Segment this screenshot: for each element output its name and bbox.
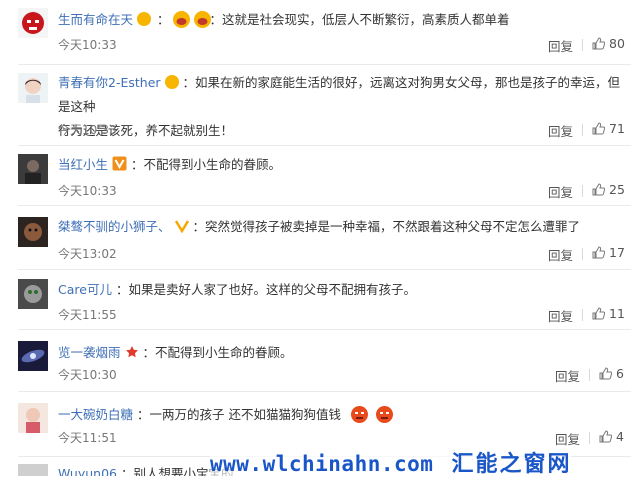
like-count: 71 [609, 121, 625, 136]
thumbs-up-icon [599, 367, 612, 380]
comment-line: 生而有命在天 ： ：这就是社会现实，低层人不断繁衍，高素质人都单着 [58, 11, 510, 28]
comment-line: 青春有你2-Esther ：如果在新的家庭能生活的很好，远离这对狗男女父母，那也… [58, 71, 621, 143]
comment-item: Care可儿 ：如果是卖好人家了也好。这样的父母不配拥有孩子。 今天11:55 … [0, 269, 631, 329]
comment-text: ：如果是卖好人家了也好。这样的父母不配拥有孩子。 [115, 282, 416, 297]
comment-item: 青春有你2-Esther ：如果在新的家庭能生活的很好，远离这对狗男女父母，那也… [0, 64, 631, 148]
comment-text: ：一两万的孩子 还不如猫猫狗狗值钱 [137, 407, 341, 422]
comment-time: 今天13:02 [58, 247, 117, 261]
site-watermark: www.wlchinahn.com 汇能之窗网 [210, 452, 572, 477]
reply-button[interactable]: 回复 [548, 121, 573, 140]
comment-username[interactable]: 一大碗奶白糖 [58, 407, 133, 422]
laughing-emoji-icon [194, 11, 212, 28]
comment-username[interactable]: 生而有命在天 [58, 12, 133, 27]
star-badge-icon [125, 346, 138, 358]
comment-time: 今天10:33 [58, 123, 117, 137]
divider-line [589, 369, 590, 381]
thumbs-up-icon [592, 122, 605, 135]
like-button[interactable]: 4 [599, 429, 624, 444]
avatar[interactable] [18, 341, 48, 371]
thumbs-up-icon [592, 307, 605, 320]
comment-line: 桀骜不驯的小狮子、 ：突然觉得孩子被卖掉是一种幸福，不然跟着这种父母不定怎么遭罪… [58, 215, 621, 238]
divider-line [582, 39, 583, 51]
angry-emoji-icon [350, 406, 368, 423]
thumbs-up-icon [592, 37, 605, 50]
thumbs-up-icon [599, 430, 612, 443]
reply-button[interactable]: 回复 [555, 429, 580, 448]
comment-username[interactable]: Wuyun06 [58, 466, 117, 476]
like-count: 25 [609, 182, 625, 197]
like-button[interactable]: 71 [592, 121, 625, 136]
like-button[interactable]: 80 [592, 36, 625, 51]
comment-time: 今天10:33 [58, 38, 117, 52]
comment-item: 生而有命在天 ： ：这就是社会现实，低层人不断繁衍，高素质人都单着 今天10:3… [0, 0, 631, 66]
reply-button[interactable]: 回复 [548, 306, 573, 325]
laughing-emoji-icon [173, 11, 191, 28]
like-count: 80 [609, 36, 625, 51]
thumbs-up-icon [592, 183, 605, 196]
divider-line [582, 185, 583, 197]
avatar[interactable] [18, 403, 48, 433]
comment-item: 当红小生 ：不配得到小生命的眷顾。 今天10:33 回复 25 [0, 145, 631, 205]
reply-button[interactable]: 回复 [548, 245, 573, 264]
comment-line: 一大碗奶白糖 ：一两万的孩子 还不如猫猫狗狗值钱 [58, 403, 621, 426]
comment-line: 览一袭烟雨 ：不配得到小生命的眷顾。 [58, 341, 621, 364]
verified-badge-icon [112, 156, 127, 171]
comment-item: 桀骜不驯的小狮子、 ：突然觉得孩子被卖掉是一种幸福，不然跟着这种父母不定怎么遭罪… [0, 205, 631, 269]
comment-line: 当红小生 ：不配得到小生命的眷顾。 [58, 153, 621, 176]
comment-username[interactable]: 青春有你2-Esther [58, 75, 161, 90]
like-button[interactable]: 11 [592, 306, 625, 321]
watermark-url: www.wlchinahn.com [210, 452, 434, 476]
laughing-emoji-icon [137, 12, 151, 26]
avatar[interactable] [18, 279, 48, 309]
comment-text: ：不配得到小生命的眷顾。 [130, 157, 281, 172]
avatar[interactable] [18, 8, 48, 38]
emoji-icon [164, 75, 179, 89]
comment-username[interactable]: 览一袭烟雨 [58, 345, 121, 360]
comment-text: ：突然觉得孩子被卖掉是一种幸福，不然跟着这种父母不定怎么遭罪了 [192, 219, 580, 234]
comment-item: 一大碗奶白糖 ：一两万的孩子 还不如猫猫狗狗值钱 今天11:51 回复 4 [0, 391, 631, 453]
divider-line [582, 248, 583, 260]
watermark-site-name: 汇能之窗网 [451, 452, 572, 477]
like-count: 4 [616, 429, 624, 444]
avatar[interactable] [18, 464, 48, 476]
comment-username[interactable]: 当红小生 [58, 157, 108, 172]
comment-line: Care可儿 ：如果是卖好人家了也好。这样的父母不配拥有孩子。 [58, 278, 621, 301]
like-count: 11 [609, 306, 625, 321]
reply-button[interactable]: 回复 [548, 182, 573, 201]
comment-username[interactable]: 桀骜不驯的小狮子、 [58, 219, 171, 234]
comment-time: 今天10:30 [58, 368, 117, 382]
comment-time: 今天11:55 [58, 308, 117, 322]
comment-time: 今天10:33 [58, 184, 117, 198]
avatar[interactable] [18, 73, 48, 103]
comment-text: ：不配得到小生命的眷顾。 [142, 345, 293, 360]
avatar[interactable] [18, 217, 48, 247]
comment-text: ：这就是社会现实，低层人不断繁衍，高素质人都单着 [209, 12, 510, 27]
like-count: 17 [609, 245, 625, 260]
divider-line [582, 124, 583, 136]
like-button[interactable]: 6 [599, 366, 624, 381]
thumbs-up-icon [592, 246, 605, 259]
reply-button[interactable]: 回复 [555, 366, 580, 385]
vip-badge-icon [174, 220, 189, 233]
comment-item: 览一袭烟雨 ：不配得到小生命的眷顾。 今天10:30 回复 6 [0, 329, 631, 391]
angry-emoji-icon [375, 406, 393, 423]
divider-line [582, 309, 583, 321]
comment-username[interactable]: Care可儿 [58, 282, 112, 297]
like-button[interactable]: 25 [592, 182, 625, 197]
like-count: 6 [616, 366, 624, 381]
like-button[interactable]: 17 [592, 245, 625, 260]
avatar[interactable] [18, 154, 48, 184]
divider-line [589, 432, 590, 444]
comment-time: 今天11:51 [58, 431, 117, 445]
reply-button[interactable]: 回复 [548, 36, 573, 55]
